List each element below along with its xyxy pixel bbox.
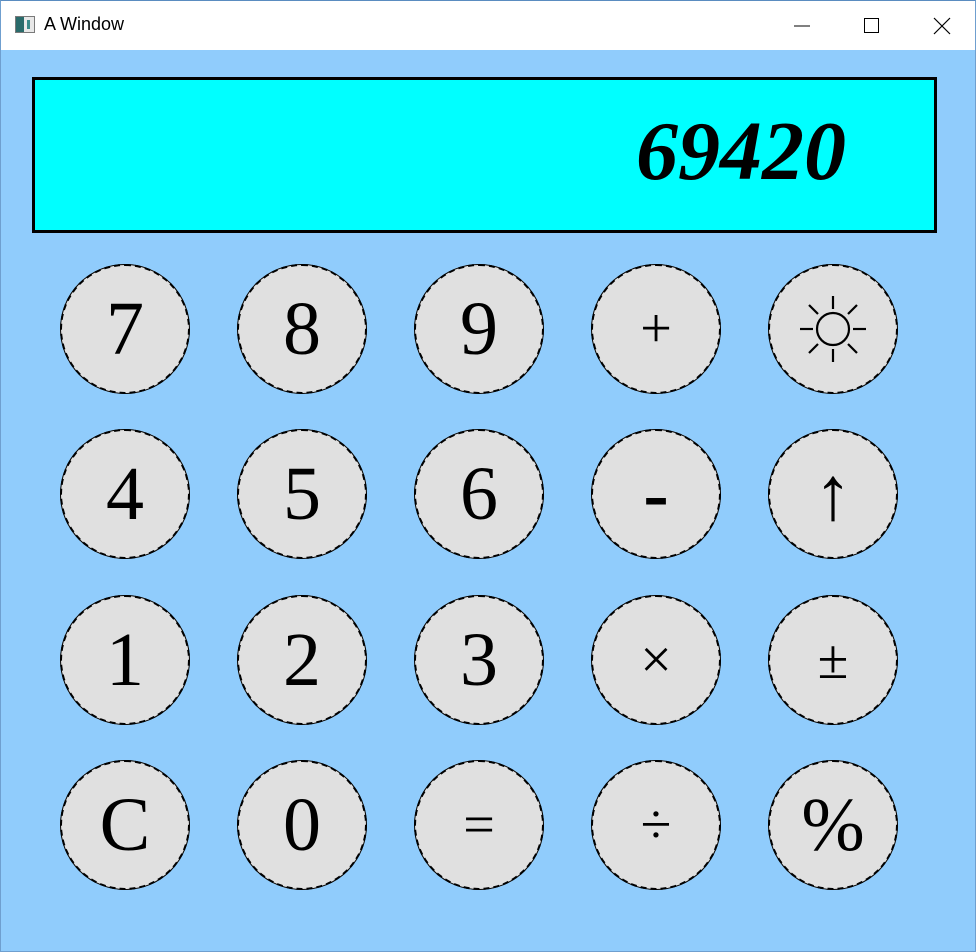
key-label: % [801,783,865,867]
brightness-button[interactable] [768,264,898,394]
key-7-button[interactable]: 7 [60,264,190,394]
key-label: 5 [283,452,321,536]
key-label: 6 [460,452,498,536]
key-label: 0 [283,783,321,867]
divide-button[interactable]: ÷ [591,760,721,890]
key-4-button[interactable]: 4 [60,429,190,559]
key-label: = [463,794,495,856]
calculator-panel: 69420 7 8 9 + 4 5 6 - ↑ 1 2 3 × ± C 0 = … [1,50,975,951]
sun-icon [800,296,866,362]
calculator-display: 69420 [32,77,937,233]
multiply-button[interactable]: × [591,595,721,725]
display-value: 69420 [636,105,846,198]
minimize-button[interactable] [767,1,837,50]
key-8-button[interactable]: 8 [237,264,367,394]
key-1-button[interactable]: 1 [60,595,190,725]
add-button[interactable]: + [591,264,721,394]
plus-minus-button[interactable]: ± [768,595,898,725]
key-label: ± [817,629,849,691]
key-label: + [640,298,672,360]
key-label: C [99,783,151,867]
key-3-button[interactable]: 3 [414,595,544,725]
key-label: 1 [106,618,144,702]
window-title: A Window [44,14,125,34]
percent-button[interactable]: % [768,760,898,890]
key-2-button[interactable]: 2 [237,595,367,725]
key-label: ÷ [640,794,672,856]
key-label: 7 [106,287,144,371]
maximize-button[interactable] [837,1,907,50]
key-label: 8 [283,287,321,371]
minimize-icon [794,25,810,27]
close-button[interactable] [907,1,976,50]
clear-button[interactable]: C [60,760,190,890]
title-bar[interactable]: A Window [1,1,975,50]
subtract-button[interactable]: - [591,429,721,559]
key-label: 3 [460,618,498,702]
key-5-button[interactable]: 5 [237,429,367,559]
up-arrow-button[interactable]: ↑ [768,429,898,559]
key-0-button[interactable]: 0 [237,760,367,890]
close-icon [933,17,951,35]
key-label: - [643,452,669,536]
equals-button[interactable]: = [414,760,544,890]
app-window-icon [15,16,35,33]
key-9-button[interactable]: 9 [414,264,544,394]
key-label: 2 [283,618,321,702]
key-label: × [640,629,672,691]
key-label: 4 [106,452,144,536]
key-label: 9 [460,287,498,371]
key-6-button[interactable]: 6 [414,429,544,559]
maximize-icon [864,18,879,33]
up-arrow-icon: ↑ [814,452,852,536]
app-window: A Window 69420 7 8 9 + 4 5 6 - ↑ 1 2 3 ×… [0,0,976,952]
